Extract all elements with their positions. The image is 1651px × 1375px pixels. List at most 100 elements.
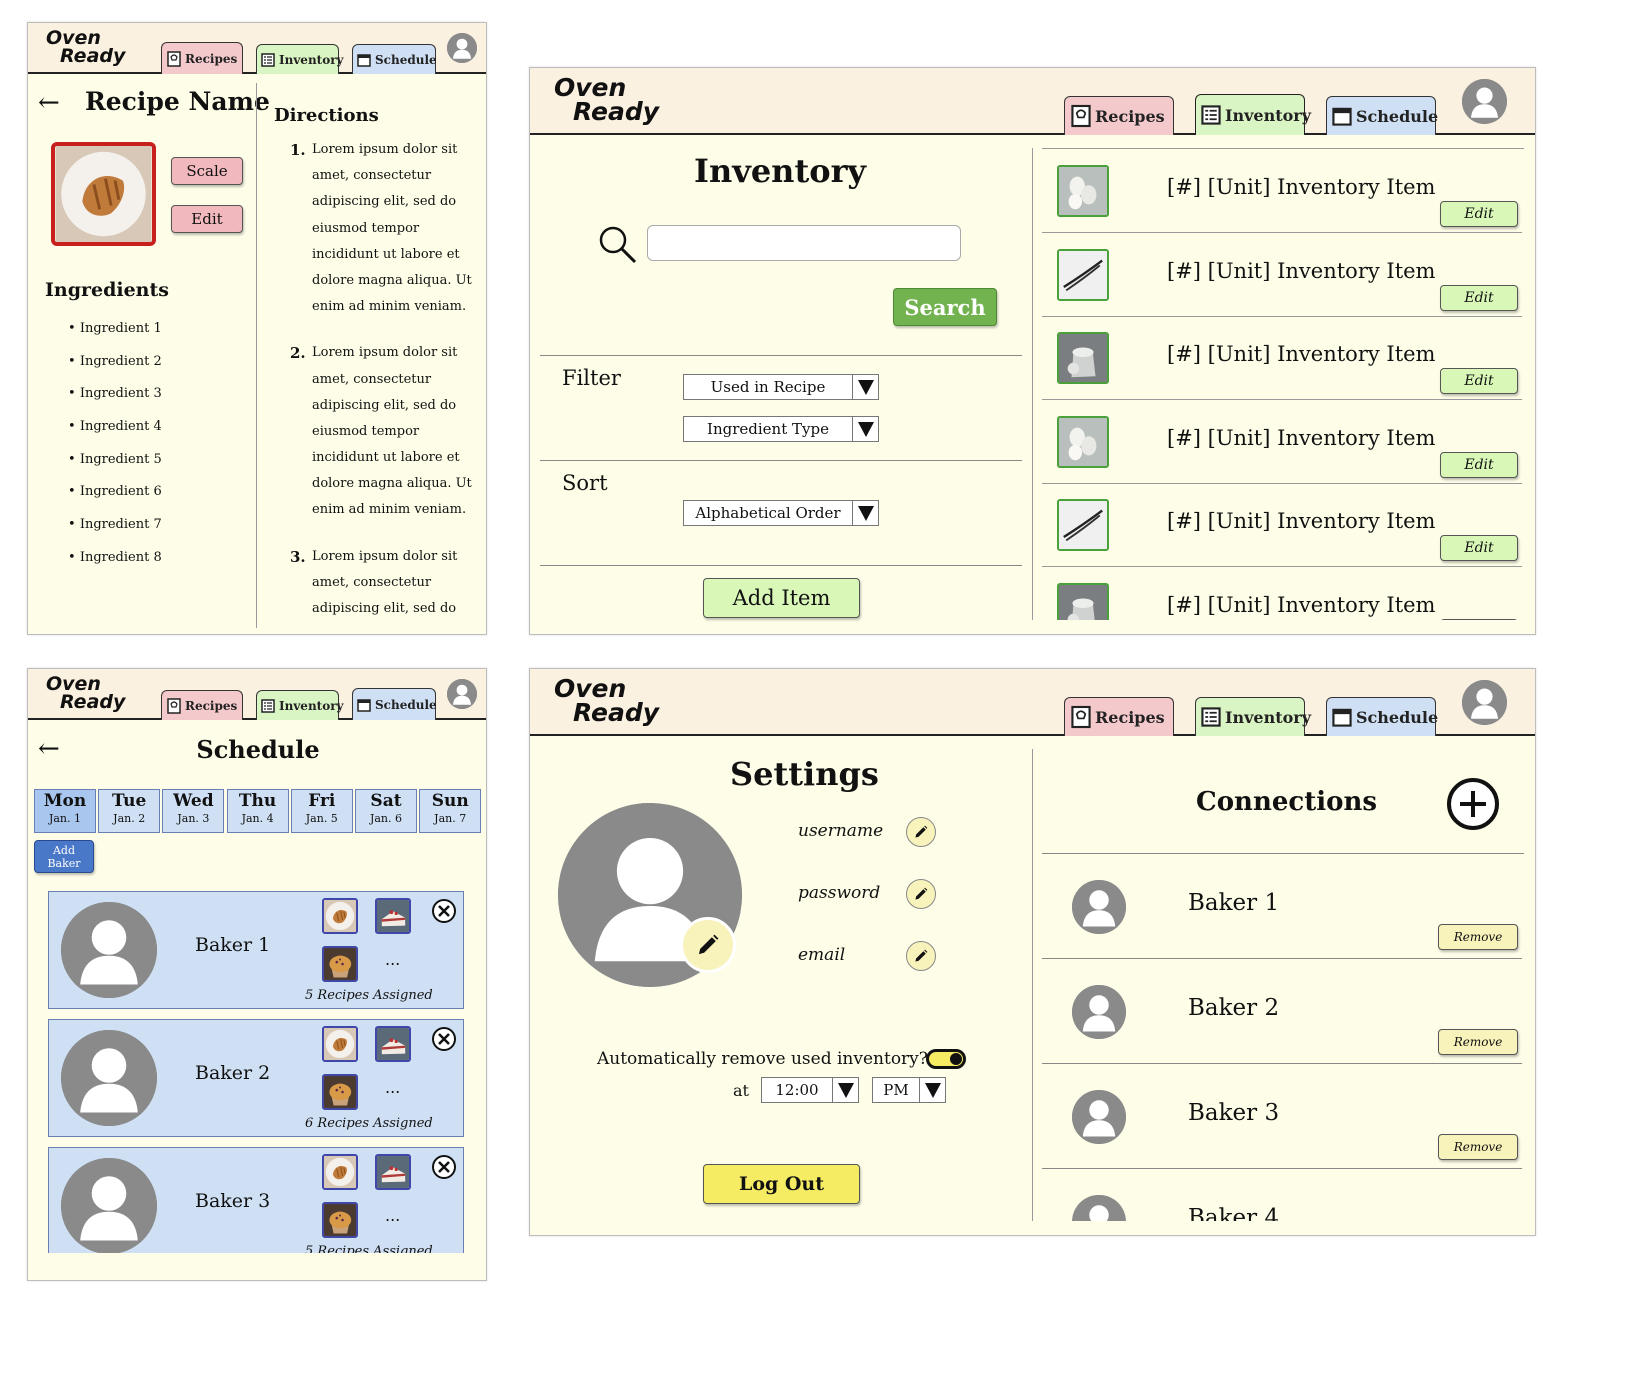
day-tab-wed[interactable]: Wed Jan. 3 (162, 789, 225, 833)
edit-item-button[interactable]: Edit (1440, 201, 1518, 227)
tab-inventory[interactable]: Inventory (256, 690, 344, 720)
baker-card[interactable]: Baker 1... 5 Recipes Assigned (48, 891, 464, 1009)
inventory-thumbnail (1057, 415, 1109, 468)
inventory-item-name: [#] [Unit] Inventory Item (1167, 425, 1436, 450)
ingredient-text: Ingredient 1 (79, 321, 162, 336)
day-date: Jan. 2 (113, 812, 146, 825)
recipe-thumbnail[interactable] (322, 1154, 358, 1190)
app-header: Oven Ready Recipes Inventory Schedule (530, 669, 1535, 736)
remove-connection-button[interactable]: Remove (1438, 924, 1518, 950)
remove-connection-button[interactable]: Remove (1438, 1029, 1518, 1055)
tab-recipes[interactable]: Recipes (1064, 96, 1174, 135)
calendar-icon (357, 698, 371, 712)
bullet: • (68, 353, 80, 369)
recipe-thumbnail[interactable] (322, 898, 358, 934)
toggle-knob (950, 1053, 962, 1065)
tab-schedule[interactable]: Schedule (1326, 697, 1438, 736)
tab-recipes[interactable]: Recipes (1064, 697, 1174, 736)
step-line: incididunt ut labore et (312, 246, 460, 262)
recipe-thumbnail[interactable] (322, 1074, 358, 1110)
recipe-thumbnail[interactable] (375, 1026, 411, 1062)
time-select[interactable]: 12:00 (761, 1077, 859, 1103)
remove-baker-x-icon[interactable] (431, 1026, 457, 1056)
edit-item-button[interactable] (1440, 618, 1518, 620)
profile-avatar-icon[interactable] (1462, 79, 1507, 124)
ingredient-item: • Ingredient 5 (68, 450, 162, 483)
calendar-icon (1332, 707, 1352, 727)
day-tab-mon[interactable]: Mon Jan. 1 (34, 789, 96, 833)
edit-item-button[interactable]: Edit (1440, 368, 1518, 394)
recipe-thumbnail[interactable] (322, 946, 358, 982)
day-tab-thu[interactable]: Thu Jan. 4 (226, 789, 289, 833)
auto-remove-toggle[interactable] (926, 1049, 966, 1069)
tab-schedule[interactable]: Schedule (1326, 96, 1438, 135)
schedule-title: Schedule (196, 735, 320, 764)
remove-baker-x-icon[interactable] (431, 1154, 457, 1184)
profile-avatar-icon[interactable] (447, 679, 477, 709)
tab-recipes-label: Recipes (185, 698, 238, 713)
ingredient-text: Ingredient 2 (79, 353, 162, 369)
edit-item-button[interactable]: Edit (1440, 284, 1518, 311)
inventory-item-name: [#] [Unit] Inventory Item (1167, 258, 1436, 283)
sort-value: Alphabetical Order (695, 504, 841, 522)
edit-photo-pencil-icon[interactable] (680, 917, 736, 973)
tab-recipes[interactable]: Recipes (161, 42, 243, 74)
profile-avatar-icon[interactable] (1462, 680, 1507, 725)
filter-divider (540, 355, 1022, 356)
recipe-thumbnail[interactable] (322, 1026, 358, 1062)
ingredient-type-select[interactable]: Ingredient Type (683, 416, 879, 442)
edit-email-pencil-icon[interactable] (906, 941, 936, 971)
baker-card[interactable]: Baker 2... 6 Recipes Assigned (48, 1019, 464, 1137)
edit-recipe-button[interactable]: Edit (171, 205, 243, 233)
add-connection-plus-icon[interactable] (1446, 777, 1500, 835)
tab-recipes-label: Recipes (1095, 707, 1165, 727)
inventory-item: [#] [Unit] Inventory Item Edit (1042, 316, 1522, 400)
remove-baker-x-icon[interactable] (431, 898, 457, 928)
recipe-thumbnail[interactable] (375, 1154, 411, 1190)
step-line: Lorem ipsum dolor sit (312, 345, 458, 361)
ingredient-item: • Ingredient 1 (68, 319, 162, 352)
day-tab-sun[interactable]: Sun Jan. 7 (419, 789, 482, 833)
profile-avatar-icon[interactable] (447, 33, 477, 63)
recipe-book-icon (1071, 705, 1091, 729)
used-in-recipe-select[interactable]: Used in Recipe (683, 374, 879, 400)
tab-schedule[interactable]: Schedule (352, 688, 437, 720)
remove-connection-button[interactable]: Remove (1438, 1134, 1518, 1160)
recipe-thumbnail[interactable] (322, 1202, 358, 1238)
tab-inventory[interactable]: Inventory (1195, 94, 1311, 135)
day-tab-fri[interactable]: Fri Jan. 5 (290, 789, 353, 833)
edit-item-button[interactable]: Edit (1440, 451, 1518, 478)
baker-card[interactable]: Baker 3... 5 Recipes Assigned (48, 1147, 464, 1253)
scale-button[interactable]: Scale (171, 157, 243, 185)
bullet: • (68, 451, 80, 467)
search-input[interactable] (647, 225, 961, 261)
directions-heading: Directions (274, 105, 379, 126)
edit-username-pencil-icon[interactable] (906, 817, 936, 847)
step-line: dolore magna aliqua. Ut (312, 272, 472, 288)
sort-select[interactable]: Alphabetical Order (683, 500, 879, 526)
tab-schedule[interactable]: Schedule (352, 44, 437, 74)
edit-password-pencil-icon[interactable] (906, 879, 936, 909)
tab-inventory[interactable]: Inventory (1195, 697, 1311, 736)
ingredient-item: • Ingredient 3 (68, 384, 162, 417)
add-item-button[interactable]: Add Item (703, 578, 860, 618)
day-tab-sat[interactable]: Sat Jan. 6 (355, 789, 417, 833)
step-number: 3. (290, 547, 306, 566)
direction-step: 2. Lorem ipsum dolor sit amet, consectetur… (290, 344, 480, 527)
back-arrow-icon[interactable]: ← (38, 90, 60, 116)
recipe-thumbnail[interactable] (375, 898, 411, 934)
day-name: Mon (43, 791, 87, 811)
time-value: 12:00 (775, 1081, 819, 1099)
ampm-select[interactable]: PM (872, 1077, 946, 1103)
tab-recipes[interactable]: Recipes (161, 690, 243, 720)
sort-label: Sort (562, 471, 608, 495)
day-tab-tue[interactable]: Tue Jan. 2 (98, 789, 161, 833)
edit-item-button[interactable]: Edit (1440, 535, 1518, 561)
tab-inventory[interactable]: Inventory (256, 44, 344, 74)
add-divider (540, 565, 1022, 566)
add-baker-button[interactable]: Add Baker (34, 840, 94, 873)
search-button[interactable]: Search (893, 288, 997, 326)
tab-inventory-label: Inventory (279, 52, 344, 67)
log-out-button[interactable]: Log Out (703, 1164, 860, 1204)
day-row: Mon Jan. 1 Tue Jan. 2 Wed Jan. 3 Thu Jan. 4 Fri J… (34, 789, 484, 835)
